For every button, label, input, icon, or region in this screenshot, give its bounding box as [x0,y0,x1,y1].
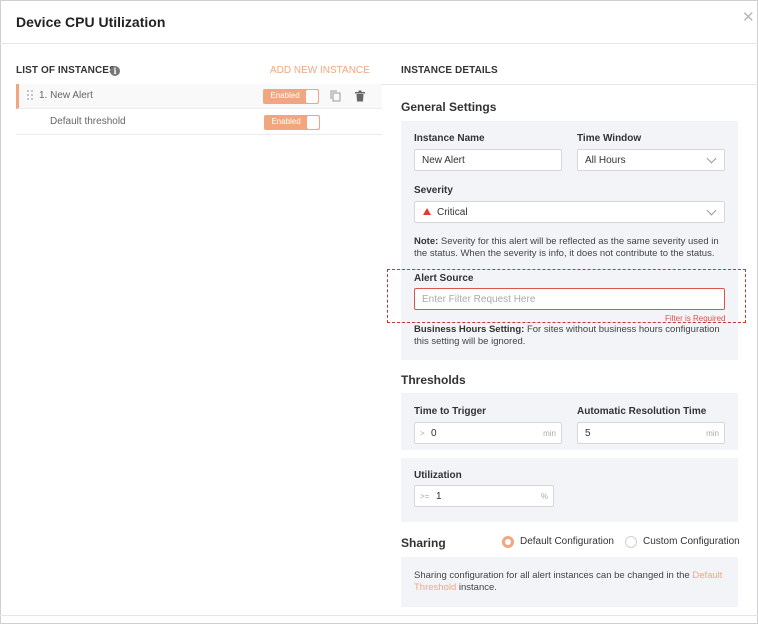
copy-icon[interactable] [330,90,341,102]
divider [382,84,758,85]
utilization-value: 1 [436,491,442,502]
radio-default-label[interactable]: Default Configuration [520,536,614,547]
trigger-unit: min [543,429,556,438]
instance-details-heading: INSTANCE DETAILS [401,65,498,76]
radio-custom-configuration[interactable] [625,536,637,548]
resolution-value: 5 [585,428,591,439]
utilization-label: Utilization [414,470,462,481]
auto-resolution-input[interactable]: 5 min [577,422,725,444]
instance-name-input[interactable]: New Alert [414,149,562,171]
dialog-title-bar: Device CPU Utilization ✕ [0,0,758,44]
toggle-label: Enabled [270,91,300,100]
resolution-unit: min [706,429,719,438]
time-to-trigger-input[interactable]: > 0 min [414,422,562,444]
instance-row-new-alert[interactable]: 1. New Alert Enabled [16,84,382,109]
severity-value: Critical [437,207,468,218]
alert-source-label: Alert Source [414,273,474,284]
business-hours-note: Business Hours Setting: For sites withou… [414,324,726,348]
list-of-instances-heading: LIST OF INSTANCES [16,65,116,76]
chevron-down-icon [706,153,717,164]
time-window-value: All Hours [585,155,626,166]
alert-source-input[interactable]: Enter Filter Request Here [414,288,725,310]
radio-default-configuration[interactable] [502,536,514,548]
time-window-label: Time Window [577,133,642,144]
note-bold: Note: [414,236,439,247]
note-text: Severity for this alert will be reflecte… [414,236,719,259]
trash-icon[interactable] [355,90,365,102]
sharing-text-before: Sharing configuration for all alert inst… [414,570,693,581]
auto-resolution-label: Automatic Resolution Time [577,406,707,417]
general-settings-heading: General Settings [401,100,497,114]
utilization-prefix: >= [420,492,430,501]
warning-triangle-icon [423,208,431,215]
close-icon[interactable]: ✕ [742,8,755,26]
radio-custom-label[interactable]: Custom Configuration [643,536,740,547]
drag-handle-icon[interactable] [27,90,35,102]
info-icon[interactable]: i [110,66,120,76]
toggle-label: Enabled [271,117,301,126]
enabled-toggle[interactable]: Enabled [264,115,320,130]
instance-label: 1. New Alert [39,90,93,101]
enabled-toggle[interactable]: Enabled [263,89,319,104]
trigger-value: 0 [431,428,437,439]
dialog-title: Device CPU Utilization [16,14,166,30]
severity-note: Note: Severity for this alert will be re… [414,236,726,260]
chevron-down-icon [706,205,717,216]
alert-source-error: Filter is Required [665,314,726,323]
sharing-note: Sharing configuration for all alert inst… [414,570,726,594]
severity-label: Severity [414,185,453,196]
instance-name-label: Instance Name [414,133,485,144]
time-to-trigger-label: Time to Trigger [414,406,487,417]
time-window-select[interactable]: All Hours [577,149,725,171]
trigger-prefix: > [420,429,425,438]
divider [0,615,758,616]
sharing-heading: Sharing [401,536,446,550]
alert-source-placeholder: Enter Filter Request Here [422,294,536,305]
sharing-text-after: instance. [456,582,497,593]
instance-label: Default threshold [50,116,126,127]
severity-select[interactable]: Critical [414,201,725,223]
instance-name-value: New Alert [422,155,465,166]
add-new-instance-link[interactable]: ADD NEW INSTANCE [270,65,370,76]
utilization-input[interactable]: >= 1 % [414,485,554,507]
instance-row-default-threshold[interactable]: Default threshold Enabled [16,110,382,135]
thresholds-heading: Thresholds [401,373,466,387]
business-bold: Business Hours Setting: [414,324,525,335]
utilization-unit: % [540,492,548,501]
